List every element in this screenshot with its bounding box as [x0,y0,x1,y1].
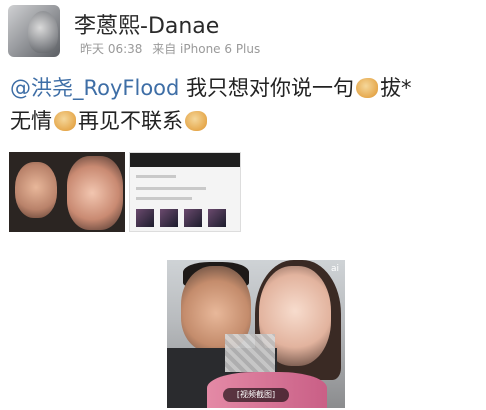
thumbnail-text-line [136,197,192,200]
mosaic-blur [225,334,275,372]
thumbnail-image [160,209,178,227]
thumbnail-status-bar [130,153,240,167]
avatar-figure [28,11,58,53]
couple-photo[interactable]: ai [视频截图] [167,260,345,408]
post-meta: 昨天 06:38 来自 iPhone 6 Plus [80,40,266,57]
post-content: @洪尧_RoyFlood 我只想对你说一句 拔* 无情 再见不联系 [10,72,480,138]
post-image-thumbnail[interactable] [129,152,241,232]
thumbnail-text-line [136,187,206,190]
content-text: 拔* [380,76,412,100]
post-time: 昨天 06:38 [80,42,143,56]
mention-link[interactable]: @洪尧_RoyFlood [10,76,179,100]
photo-badge: ai [330,264,339,274]
handshake-icon [54,111,76,131]
weibo-post: 李蒽熙-Danae 昨天 06:38 来自 iPhone 6 Plus @洪尧_… [0,0,486,236]
thumbnail-person [67,156,123,230]
thumbnail-image [184,209,202,227]
dislike-thumb-icon [356,78,379,98]
photo-caption: [视频截图] [223,388,289,402]
post-image-thumbnail[interactable] [9,152,125,232]
user-avatar[interactable] [8,5,60,57]
thumbnail-text-line [136,175,176,178]
pray-icon [185,111,207,131]
post-username[interactable]: 李蒽熙-Danae [74,8,219,40]
content-text: 再见不联系 [78,109,183,133]
content-text: 我只想对你说一句 [179,76,355,100]
thumbnail-image [136,209,154,227]
thumbnail-image [208,209,226,227]
post-source[interactable]: 来自 iPhone 6 Plus [152,42,260,56]
thumbnail-person [15,162,57,218]
content-text: 无情 [10,109,52,133]
